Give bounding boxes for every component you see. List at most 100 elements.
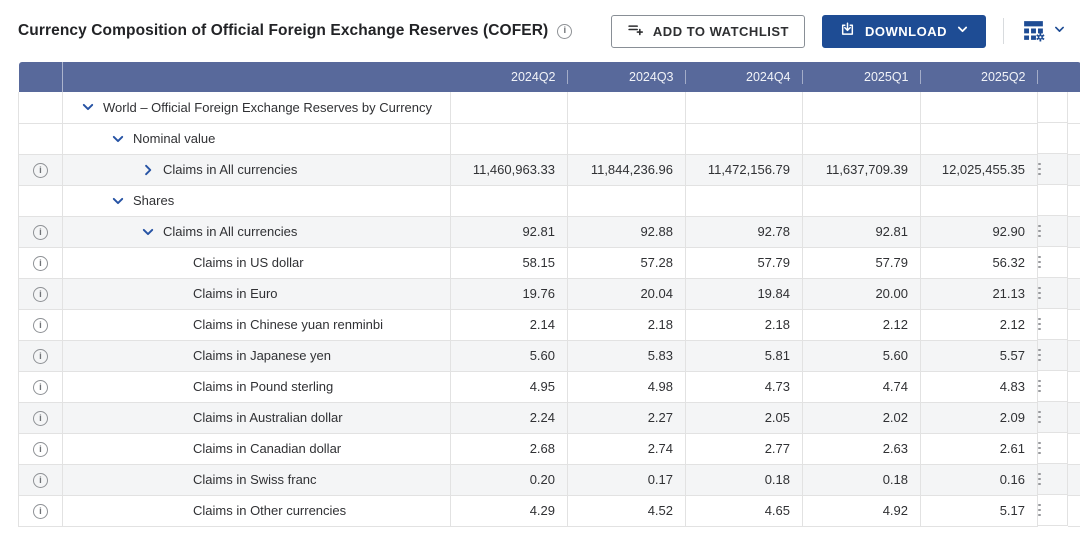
chevron-right-icon[interactable]: [141, 163, 155, 177]
value-cell: [921, 123, 1038, 154]
value-cell: 5.57: [921, 340, 1038, 371]
value-cell: 92.81: [803, 216, 921, 247]
value-cell: 2.27: [568, 402, 686, 433]
row-label: Claims in Japanese yen: [193, 348, 331, 363]
value-cell: 57.28: [568, 247, 686, 278]
chevron-down-icon[interactable]: [111, 194, 125, 208]
label-cell: Claims in Chinese yuan renminbi: [63, 309, 451, 340]
add-to-watchlist-button[interactable]: ADD TO WATCHLIST: [611, 15, 805, 48]
kebab-menu-icon[interactable]: [1038, 287, 1041, 300]
info-cell: i: [19, 278, 63, 309]
actions-cell: [1038, 464, 1068, 495]
value-cell: [921, 185, 1038, 216]
info-circle-icon[interactable]: i: [33, 225, 48, 240]
chevron-down-icon[interactable]: [141, 225, 155, 239]
spacer-cell: [1068, 123, 1080, 154]
kebab-menu-icon[interactable]: [1038, 504, 1041, 517]
value-cell: 11,472,156.79: [686, 154, 803, 185]
value-cell: [568, 92, 686, 123]
spacer-column-header: [1068, 62, 1080, 92]
info-circle-icon[interactable]: i: [33, 504, 48, 519]
info-cell: [19, 92, 63, 123]
data-table-container: 2024Q22024Q32024Q42025Q12025Q2 World – O…: [18, 62, 1080, 527]
info-circle-icon[interactable]: i: [33, 349, 48, 364]
value-cell: 92.81: [451, 216, 568, 247]
column-header-2025Q1: 2025Q1: [803, 62, 921, 92]
value-cell: 58.15: [451, 247, 568, 278]
info-circle-icon[interactable]: i: [33, 380, 48, 395]
kebab-menu-icon[interactable]: [1038, 411, 1041, 424]
kebab-menu-icon[interactable]: [1038, 473, 1041, 486]
label-cell[interactable]: World – Official Foreign Exchange Reserv…: [63, 92, 451, 123]
download-icon: [839, 21, 856, 41]
value-cell: 2.74: [568, 433, 686, 464]
value-cell: 11,844,236.96: [568, 154, 686, 185]
label-cell[interactable]: Nominal value: [63, 123, 451, 154]
info-circle-icon[interactable]: i: [33, 442, 48, 457]
info-cell: i: [19, 495, 63, 526]
kebab-menu-icon[interactable]: [1038, 349, 1041, 362]
cofer-data-table: 2024Q22024Q32024Q42025Q12025Q2 World – O…: [18, 62, 1080, 527]
info-cell: i: [19, 154, 63, 185]
row-label: Shares: [133, 193, 174, 208]
label-cell[interactable]: Claims in All currencies: [63, 216, 451, 247]
value-cell: 5.60: [803, 340, 921, 371]
value-cell: 21.13: [921, 278, 1038, 309]
download-label: DOWNLOAD: [865, 24, 947, 39]
value-cell: 20.04: [568, 278, 686, 309]
download-button[interactable]: DOWNLOAD: [822, 15, 986, 48]
value-cell: 11,637,709.39: [803, 154, 921, 185]
spacer-cell: [1068, 402, 1080, 433]
row-label: Nominal value: [133, 131, 215, 146]
value-cell: [451, 92, 568, 123]
kebab-menu-icon[interactable]: [1038, 256, 1041, 269]
value-cell: 92.78: [686, 216, 803, 247]
value-cell: [686, 92, 803, 123]
info-circle-icon[interactable]: i: [33, 411, 48, 426]
value-cell: 5.83: [568, 340, 686, 371]
value-cell: 4.74: [803, 371, 921, 402]
kebab-menu-icon[interactable]: [1038, 442, 1041, 455]
column-header-2024Q2: 2024Q2: [451, 62, 568, 92]
info-circle-icon[interactable]: i: [33, 256, 48, 271]
label-cell: Claims in Other currencies: [63, 495, 451, 526]
table-settings-button[interactable]: [1021, 17, 1066, 45]
value-cell: 4.29: [451, 495, 568, 526]
value-cell: 2.09: [921, 402, 1038, 433]
label-cell[interactable]: Shares: [63, 185, 451, 216]
info-circle-icon[interactable]: i: [33, 473, 48, 488]
label-cell: Claims in Pound sterling: [63, 371, 451, 402]
info-circle-icon[interactable]: i: [33, 318, 48, 333]
playlist-add-icon: [627, 22, 644, 40]
row-label: World – Official Foreign Exchange Reserv…: [103, 100, 432, 115]
value-cell: 0.16: [921, 464, 1038, 495]
actions-cell: [1038, 495, 1068, 526]
info-circle-icon[interactable]: i: [557, 24, 572, 39]
chevron-down-icon: [1053, 23, 1066, 39]
value-cell: 2.61: [921, 433, 1038, 464]
actions-cell: [1038, 309, 1068, 340]
table-row: iClaims in Euro19.7620.0419.8420.0021.13: [19, 278, 1080, 309]
kebab-menu-icon[interactable]: [1038, 318, 1041, 331]
actions-cell: [1038, 185, 1068, 216]
value-cell: 12,025,455.35: [921, 154, 1038, 185]
label-cell[interactable]: Claims in All currencies: [63, 154, 451, 185]
value-cell: 2.14: [451, 309, 568, 340]
kebab-menu-icon[interactable]: [1038, 225, 1041, 238]
row-label: Claims in US dollar: [193, 255, 304, 270]
value-cell: 57.79: [686, 247, 803, 278]
info-cell: i: [19, 371, 63, 402]
title-area: Currency Composition of Official Foreign…: [18, 22, 572, 40]
value-cell: 11,460,963.33: [451, 154, 568, 185]
actions-cell: [1038, 216, 1068, 247]
value-cell: 4.73: [686, 371, 803, 402]
info-circle-icon[interactable]: i: [33, 163, 48, 178]
info-circle-icon[interactable]: i: [33, 287, 48, 302]
info-cell: i: [19, 340, 63, 371]
chevron-down-icon[interactable]: [81, 100, 95, 114]
kebab-menu-icon[interactable]: [1038, 380, 1041, 393]
info-cell: i: [19, 216, 63, 247]
chevron-down-icon[interactable]: [111, 132, 125, 146]
actions-cell: [1038, 278, 1068, 309]
kebab-menu-icon[interactable]: [1038, 163, 1041, 176]
